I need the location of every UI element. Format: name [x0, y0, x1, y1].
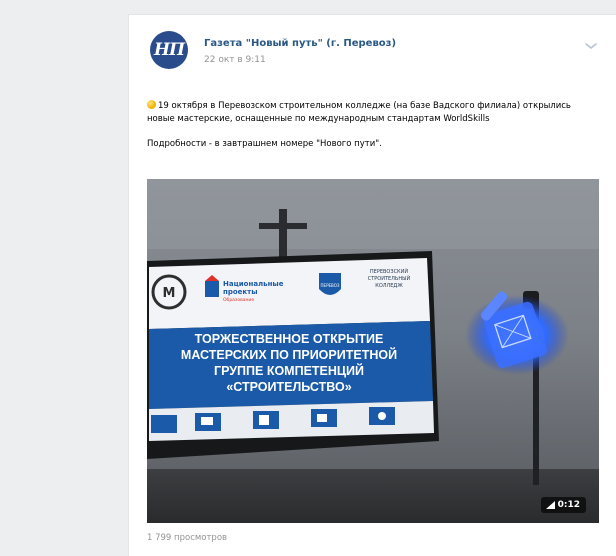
- avatar-logo-text: НП: [153, 40, 185, 60]
- screen-national-projects-2: проекты: [223, 288, 258, 296]
- sparkle-emoji-icon: [147, 100, 156, 109]
- video-duration-badge: 0:12: [540, 497, 586, 513]
- post-text: 19 октября в Перевозском строительном ко…: [147, 100, 587, 163]
- screen-logo-m: M: [163, 286, 176, 301]
- screen-national-projects-3: Образование: [223, 297, 254, 303]
- screen-emblem-text: ПЕРЕВОЗ: [321, 283, 340, 288]
- screen-banner-line-3: ГРУППЕ КОМПЕТЕНЦИЙ: [214, 363, 364, 378]
- video-duration: 0:12: [557, 500, 580, 510]
- post-text-paragraph-2: Подробности - в завтрашнем номере "Новог…: [147, 139, 382, 149]
- screen-banner-line-4: «СТРОИТЕЛЬСТВО»: [226, 380, 351, 394]
- volume-icon: [545, 501, 555, 509]
- screen-college-3: КОЛЛЕДЖ: [375, 283, 403, 289]
- chevron-down-icon[interactable]: [584, 41, 598, 51]
- screen-banner-line-2: МАСТЕРСКИХ ПО ПРИОРИТЕТНОЙ: [181, 347, 397, 362]
- video-thumbnail: M Национальные проекты Образование ПЕРЕВ…: [147, 179, 599, 523]
- avatar[interactable]: НП: [150, 31, 188, 69]
- post-text-paragraph-1: 19 октября в Перевозском строительном ко…: [147, 101, 571, 124]
- post-date-link[interactable]: 22 окт в 9:11: [204, 55, 266, 65]
- screen-national-projects-1: Национальные: [223, 280, 284, 288]
- screen-college-1: ПЕРЕВОЗСКИЙ: [370, 268, 408, 275]
- left-sidebar-area: [0, 0, 128, 555]
- screen-college-2: СТРОИТЕЛЬНЫЙ: [368, 275, 411, 282]
- post-author-link[interactable]: Газета "Новый путь" (г. Перевоз): [204, 38, 396, 49]
- video-player[interactable]: M Национальные проекты Образование ПЕРЕВ…: [147, 179, 599, 523]
- wall-post: НП Газета "Новый путь" (г. Перевоз) 22 о…: [128, 14, 616, 556]
- post-views-count: 1 799 просмотров: [147, 533, 228, 543]
- screen-banner-line-1: ТОРЖЕСТВЕННОЕ ОТКРЫТИЕ: [195, 332, 384, 346]
